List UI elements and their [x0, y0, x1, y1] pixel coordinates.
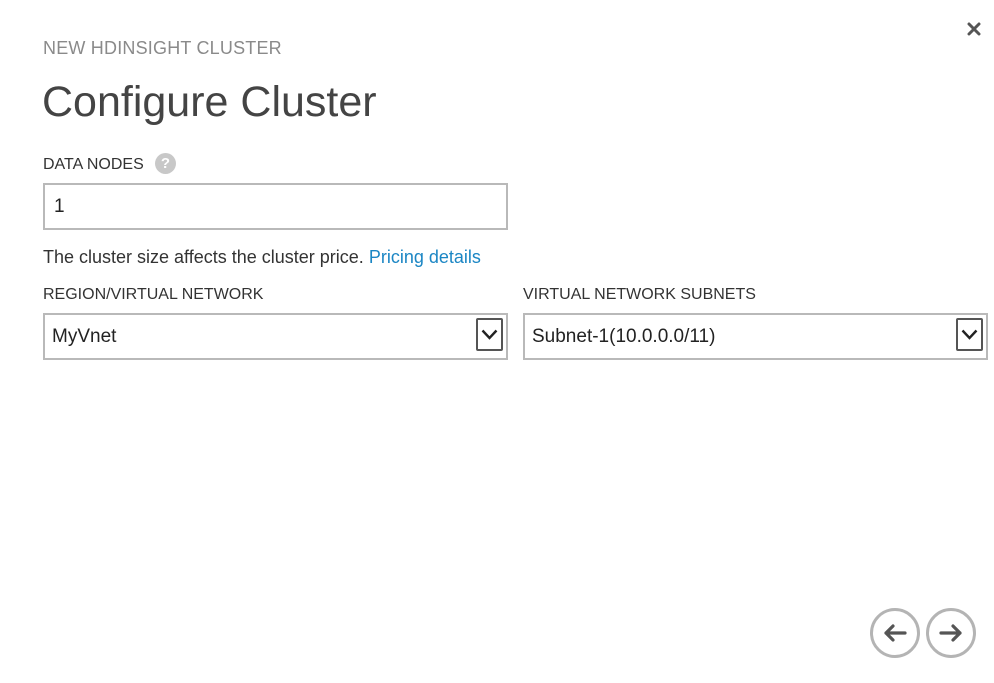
subnets-label: VIRTUAL NETWORK SUBNETS	[523, 286, 756, 303]
cluster-size-text: The cluster size affects the cluster pri…	[43, 247, 364, 267]
data-nodes-input[interactable]	[43, 183, 508, 230]
close-icon	[967, 22, 981, 36]
data-nodes-label: DATA NODES	[43, 156, 144, 173]
back-button[interactable]	[870, 608, 920, 658]
chevron-down-icon	[961, 329, 978, 340]
dialog-subtitle: NEW HDINSIGHT CLUSTER	[43, 38, 282, 58]
region-dropdown-button[interactable]	[476, 318, 503, 351]
arrow-left-icon	[884, 624, 907, 642]
region-selected-value: MyVnet	[52, 326, 117, 347]
subnets-selected-value: Subnet-1(10.0.0.0/11)	[532, 326, 716, 347]
next-button[interactable]	[926, 608, 976, 658]
subnets-dropdown-button[interactable]	[956, 318, 983, 351]
cluster-size-note: The cluster size affects the cluster pri…	[43, 246, 481, 268]
page-title: Configure Cluster	[42, 78, 377, 126]
region-label: REGION/VIRTUAL NETWORK	[43, 286, 264, 303]
region-select[interactable]: MyVnet	[43, 313, 508, 360]
chevron-down-icon	[481, 329, 498, 340]
help-icon[interactable]: ?	[155, 153, 176, 174]
pricing-details-link[interactable]: Pricing details	[369, 247, 481, 267]
subnets-select[interactable]: Subnet-1(10.0.0.0/11)	[523, 313, 988, 360]
close-button[interactable]	[962, 17, 986, 41]
arrow-right-icon	[939, 624, 962, 642]
